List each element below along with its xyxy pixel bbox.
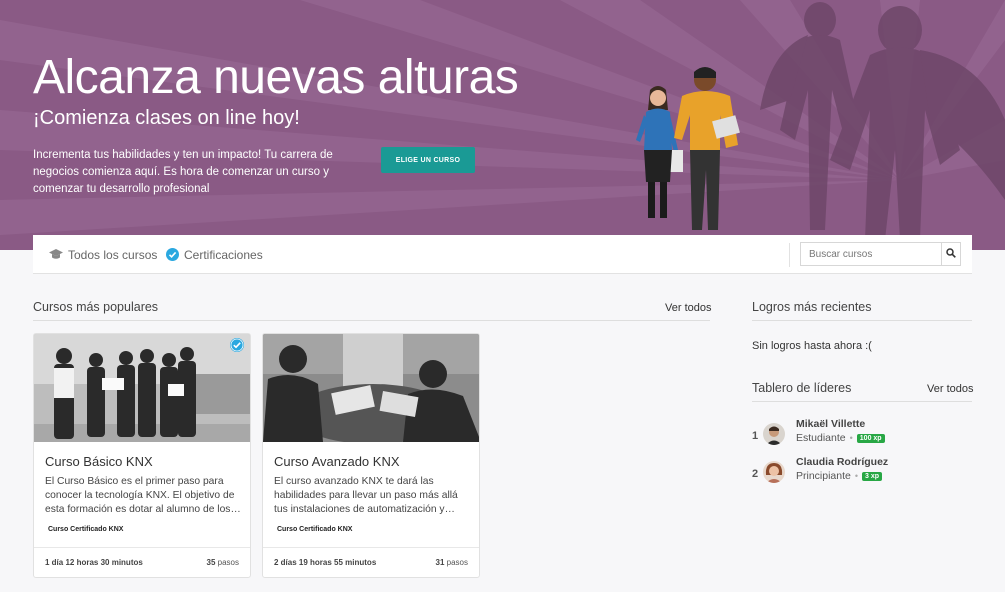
course-image-advanced <box>263 334 479 442</box>
xp-badge: 3 xp <box>862 472 883 481</box>
course-tag: Curso Certificado KNX <box>48 526 124 533</box>
achievements-empty-message: Sin logros hasta ahora :( <box>752 340 872 352</box>
search-input[interactable] <box>801 243 941 265</box>
nav-certifications-label: Certificaciones <box>184 247 263 262</box>
course-duration: 1 día 12 horas 30 minutos <box>45 558 143 567</box>
leaderboard-see-all-link[interactable]: Ver todos <box>927 383 973 395</box>
hero-banner: Alcanza nuevas alturas ¡Comienza clases … <box>0 0 1005 250</box>
search-icon <box>946 245 956 263</box>
popular-see-all-link[interactable]: Ver todos <box>665 302 711 314</box>
hero-subtitle: ¡Comienza clases on line hoy! <box>33 107 300 129</box>
nav-certifications[interactable]: Certificaciones <box>166 235 263 274</box>
leader-name[interactable]: Claudia Rodríguez <box>796 456 888 468</box>
achievements-divider <box>752 320 972 321</box>
completed-check-icon <box>230 338 244 357</box>
course-navbar: Todos los cursos Certificaciones <box>33 235 972 274</box>
course-card-advanced[interactable]: Curso Avanzado KNX El curso avanzado KNX… <box>262 333 480 578</box>
course-steps: 31 pasos <box>435 558 469 567</box>
avatar <box>763 423 785 445</box>
course-card-basic[interactable]: Curso Básico KNX El Curso Básico es el p… <box>33 333 251 578</box>
leaderboard-divider <box>752 401 972 402</box>
popular-courses-title: Cursos más populares <box>33 300 159 314</box>
leaderboard-entry[interactable]: 1 Mikaël Villette Estudiante • 100 xp <box>752 418 972 451</box>
hero-title: Alcanza nuevas alturas <box>33 51 519 104</box>
nav-all-courses-label: Todos los cursos <box>68 247 158 262</box>
achievements-title: Logros más recientes <box>752 300 872 314</box>
course-footer: 1 día 12 horas 30 minutos 35 pasos <box>34 547 250 577</box>
course-title: Curso Básico KNX <box>45 454 153 469</box>
check-badge-icon <box>166 248 179 261</box>
leader-rank: 1 <box>752 430 759 442</box>
course-duration: 2 días 19 horas 55 minutos <box>274 558 377 567</box>
course-image-basic <box>34 334 250 442</box>
leader-rank: 2 <box>752 468 759 480</box>
nav-all-courses[interactable]: Todos los cursos <box>49 235 157 274</box>
leader-name[interactable]: Mikaël Villette <box>796 418 865 430</box>
course-description: El curso avanzado KNX te dará las habili… <box>274 476 458 515</box>
leader-role-line: Estudiante • 100 xp <box>796 432 885 444</box>
xp-badge: 100 xp <box>856 434 885 443</box>
leaderboard-entry[interactable]: 2 Claudia Rodríguez Principiante • 3 xp <box>752 456 972 489</box>
course-title: Curso Avanzado KNX <box>274 454 400 469</box>
search-button[interactable] <box>941 243 960 265</box>
leader-role-line: Principiante • 3 xp <box>796 470 883 482</box>
hero-description: Incrementa tus habilidades y ten un impa… <box>33 149 333 195</box>
course-tag: Curso Certificado KNX <box>277 526 353 533</box>
nav-divider <box>789 243 790 267</box>
leaderboard-title: Tablero de líderes <box>752 381 852 395</box>
choose-course-button[interactable]: ELIGE UN CURSO <box>381 147 475 173</box>
search-box <box>800 242 961 266</box>
popular-divider <box>33 320 710 321</box>
course-steps: 35 pasos <box>206 558 240 567</box>
course-footer: 2 días 19 horas 55 minutos 31 pasos <box>263 547 479 577</box>
hero-illustration <box>636 2 1005 240</box>
avatar <box>763 461 785 483</box>
course-description: El Curso Básico es el primer paso para c… <box>45 476 241 515</box>
graduation-cap-icon <box>49 249 63 260</box>
